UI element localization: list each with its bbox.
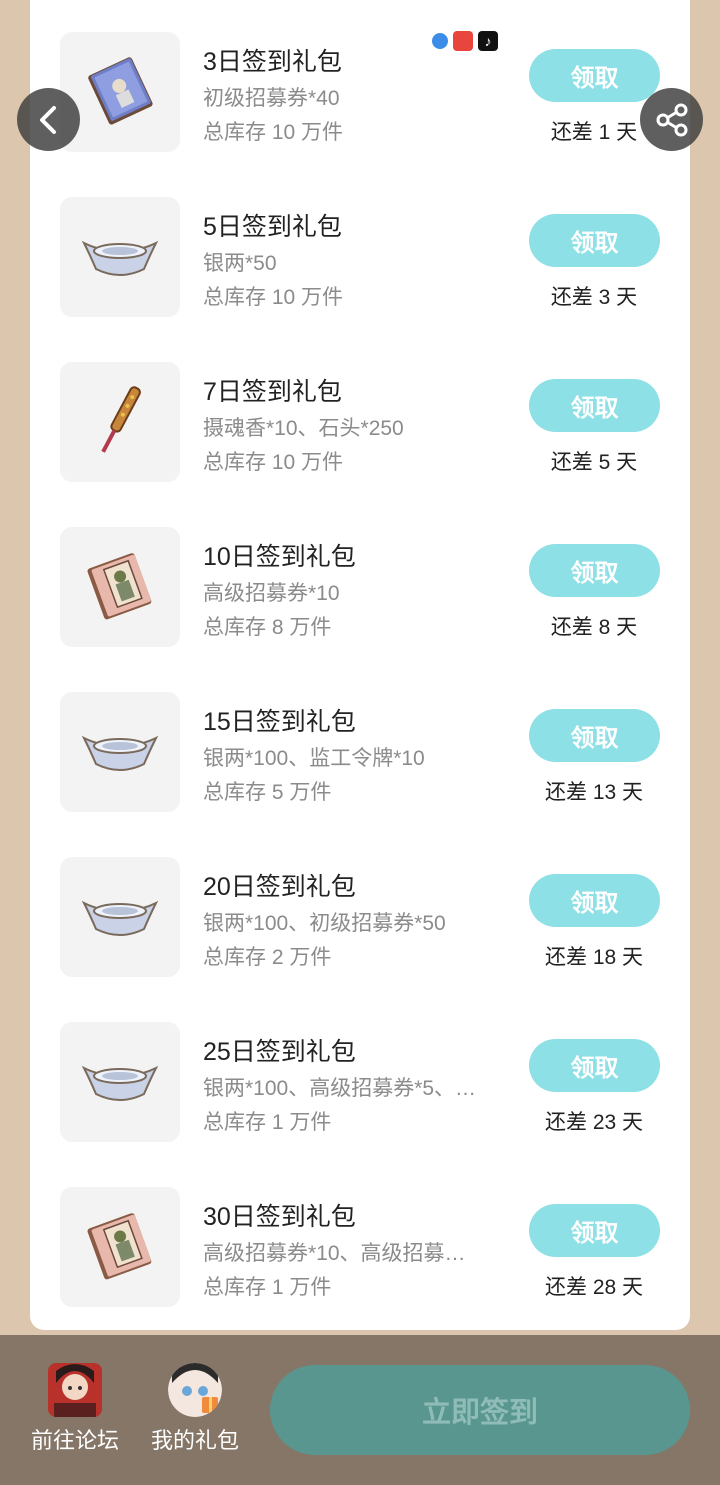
gift-title: 10日签到礼包 xyxy=(203,543,356,571)
tiktok-icon: ♪ xyxy=(478,31,498,51)
gift-stock: 总库存 10 万件 xyxy=(203,451,344,474)
gift-title: 5日签到礼包 xyxy=(203,213,342,241)
gift-item: 10日签到礼包高级招募券*10 总库存 8 万件 领取还差 8 天 xyxy=(30,495,690,660)
gift-description: 银两*100、高级招募券*5、… xyxy=(203,1077,477,1100)
chevron-left-icon xyxy=(39,105,56,134)
portrait-book-icon xyxy=(80,1205,160,1290)
gift-item: 5日签到礼包银两*50 总库存 10 万件 领取还差 3 天 xyxy=(30,165,690,330)
status-mini-icons: ♪ xyxy=(432,31,498,51)
gift-stock: 总库存 1 万件 xyxy=(203,1111,332,1134)
silver-ingot-icon xyxy=(80,1050,160,1115)
gift-stock: 总库存 10 万件 xyxy=(203,121,344,144)
gift-description: 银两*100、监工令牌*10 xyxy=(203,747,425,770)
gift-description: 高级招募券*10 xyxy=(203,582,340,605)
gift-stock: 总库存 2 万件 xyxy=(203,946,332,969)
gift-item: 7日签到礼包摄魂香*10、石头*250 总库存 10 万件 领取还差 5 天 xyxy=(30,330,690,495)
back-button[interactable] xyxy=(17,88,80,151)
gift-stock: 总库存 5 万件 xyxy=(203,781,332,804)
gift-item: 30日签到礼包高级招募券*10、高级招募… 总库存 1 万件 领取还差 28 天 xyxy=(30,1155,690,1320)
portrait-book-icon xyxy=(80,545,160,630)
days-remaining: 还差 18 天 xyxy=(544,946,644,969)
gift-list-card: 3日签到礼包 初级招募券*40 总库存 10 万件 领取 还差 1 天 5日签到礼包 银两*… xyxy=(30,0,690,1330)
claim-button[interactable]: 领取 xyxy=(529,544,660,597)
claim-button[interactable]: 领取 xyxy=(529,874,660,927)
gift-thumbnail xyxy=(60,527,180,647)
share-icon xyxy=(656,103,687,136)
gift-thumbnail xyxy=(60,197,180,317)
claim-button[interactable]: 领取 xyxy=(529,1039,660,1092)
gift-description: 银两*50 xyxy=(203,252,277,275)
gift-description: 初级招募券*40 xyxy=(203,87,340,110)
forum-avatar-icon xyxy=(48,1363,102,1417)
gift-title: 15日签到礼包 xyxy=(203,708,356,736)
gift-title: 3日签到礼包 xyxy=(203,48,342,76)
gift-thumbnail xyxy=(60,32,180,152)
gift-description: 高级招募券*10、高级招募… xyxy=(203,1242,466,1265)
forum-label: 前往论坛 xyxy=(30,1428,119,1453)
gift-item: 25日签到礼包银两*100、高级招募券*5、… 总库存 1 万件 领取还差 23 天 xyxy=(30,990,690,1155)
gift-thumbnail xyxy=(60,362,180,482)
gift-thumbnail xyxy=(60,692,180,812)
claim-button[interactable]: 领取 xyxy=(529,379,660,432)
gift-title: 7日签到礼包 xyxy=(203,378,342,406)
gift-thumbnail xyxy=(60,1022,180,1142)
share-button[interactable] xyxy=(640,88,703,151)
my-gifts-avatar-icon xyxy=(168,1363,222,1417)
days-remaining: 还差 5 天 xyxy=(550,451,638,474)
my-gifts-label: 我的礼包 xyxy=(150,1428,239,1453)
days-remaining: 还差 8 天 xyxy=(550,616,638,639)
silver-ingot-icon xyxy=(80,720,160,785)
claim-button[interactable]: 领取 xyxy=(529,214,660,267)
silver-ingot-icon xyxy=(80,885,160,950)
gift-item: 20日签到礼包银两*100、初级招募券*50 总库存 2 万件 领取还差 18 天 xyxy=(30,825,690,990)
gift-title: 25日签到礼包 xyxy=(203,1038,356,1066)
book-icon xyxy=(80,50,160,135)
claim-button[interactable]: 领取 xyxy=(529,1204,660,1257)
forum-nav[interactable]: 前往论坛 xyxy=(20,1363,130,1455)
heart-app-icon xyxy=(453,31,473,51)
gift-stock: 总库存 10 万件 xyxy=(203,286,344,309)
days-remaining: 还差 23 天 xyxy=(544,1111,644,1134)
bottom-bar: 前往论坛 我的礼包 立即签到 xyxy=(0,1335,720,1485)
silver-ingot-icon xyxy=(80,225,160,290)
claim-button[interactable]: 领取 xyxy=(529,709,660,762)
days-remaining: 还差 13 天 xyxy=(544,781,644,804)
gift-title: 30日签到礼包 xyxy=(203,1203,356,1231)
gift-item: 3日签到礼包 初级招募券*40 总库存 10 万件 领取 还差 1 天 xyxy=(30,0,690,165)
my-gifts-nav[interactable]: 我的礼包 xyxy=(140,1363,250,1455)
gift-title: 20日签到礼包 xyxy=(203,873,356,901)
gift-thumbnail xyxy=(60,857,180,977)
gift-stock: 总库存 1 万件 xyxy=(203,1276,332,1299)
days-remaining: 还差 3 天 xyxy=(550,286,638,309)
gift-item: 15日签到礼包银两*100、监工令牌*10 总库存 5 万件 领取还差 13 天 xyxy=(30,660,690,825)
claim-button[interactable]: 领取 xyxy=(529,49,660,102)
days-remaining: 还差 28 天 xyxy=(544,1276,644,1299)
gift-stock: 总库存 8 万件 xyxy=(203,616,332,639)
gift-description: 银两*100、初级招募券*50 xyxy=(203,912,446,935)
signin-button[interactable]: 立即签到 xyxy=(270,1365,690,1455)
gift-description: 摄魂香*10、石头*250 xyxy=(203,417,404,440)
globe-icon xyxy=(432,33,448,49)
incense-icon xyxy=(80,380,160,465)
gift-thumbnail xyxy=(60,1187,180,1307)
